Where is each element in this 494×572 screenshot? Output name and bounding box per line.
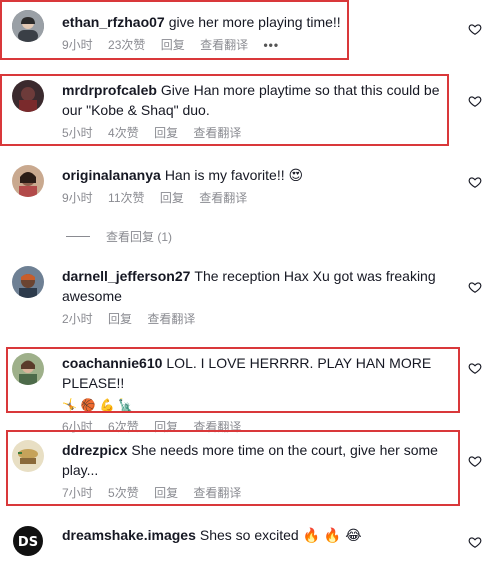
reply-button[interactable]: 回复 (160, 191, 184, 205)
reply-button[interactable]: 回复 (108, 312, 132, 326)
like-heart-icon[interactable] (468, 94, 482, 108)
username[interactable]: originalananya (62, 167, 161, 183)
comment-text: Han is my favorite!! 😍 (164, 167, 304, 183)
like-heart-icon[interactable] (468, 280, 482, 294)
highlight-box (0, 74, 449, 146)
highlight-box (6, 430, 460, 506)
avatar-logo-text: DS (18, 535, 38, 550)
avatar[interactable] (12, 266, 44, 298)
like-heart-icon[interactable] (468, 454, 482, 468)
view-replies-link[interactable]: 查看回复 (1) (66, 228, 172, 245)
timestamp: 9小时 (62, 191, 93, 205)
divider (66, 236, 90, 237)
translate-button[interactable]: 查看翻译 (199, 191, 247, 205)
username[interactable]: darnell_jefferson27 (62, 268, 190, 284)
like-heart-icon[interactable] (468, 361, 482, 375)
like-heart-icon[interactable] (468, 535, 482, 549)
username[interactable]: dreamshake.images (62, 527, 196, 543)
view-replies-label: 查看回复 (1) (106, 230, 173, 244)
like-heart-icon[interactable] (468, 22, 482, 36)
like-heart-icon[interactable] (468, 175, 482, 189)
like-count: 11次赞 (108, 191, 145, 205)
timestamp: 2小时 (62, 312, 93, 326)
avatar[interactable]: DS (12, 525, 44, 557)
highlight-box (6, 347, 460, 413)
highlight-box (0, 0, 349, 60)
comment-text: Shes so excited 🔥 🔥 😂 (199, 527, 362, 543)
avatar[interactable] (12, 165, 44, 197)
translate-button[interactable]: 查看翻译 (147, 312, 195, 326)
